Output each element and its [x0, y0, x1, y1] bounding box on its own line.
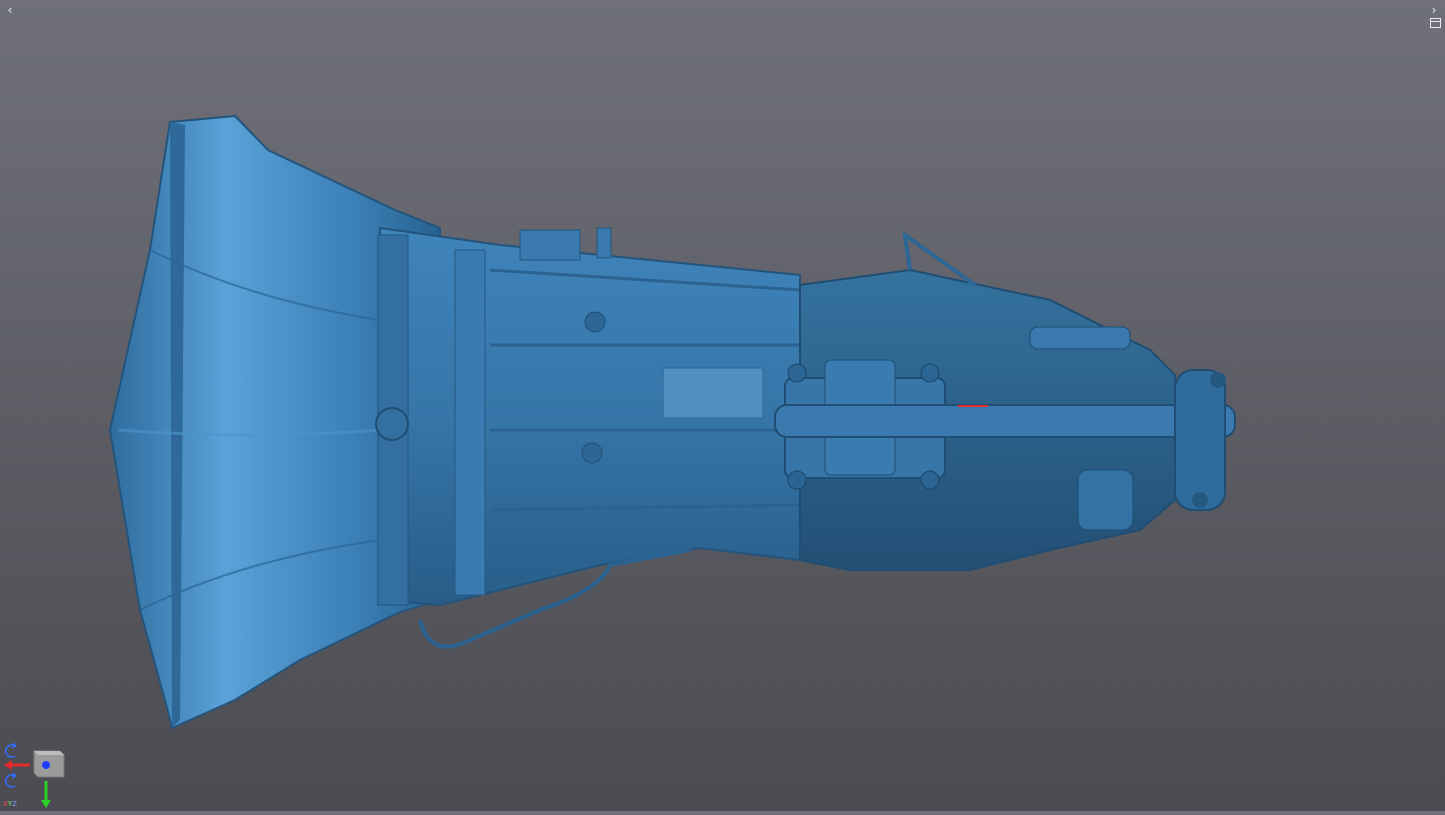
y-axis-arrow-icon [41, 781, 51, 808]
axis-labels: XYZ [3, 800, 17, 808]
panel-toggle-icon[interactable] [1430, 18, 1441, 28]
3d-viewport[interactable] [0, 0, 1445, 811]
axis-gizmo[interactable]: XYZ [0, 738, 70, 811]
transmission-model[interactable] [0, 0, 1445, 811]
view-cube-icon[interactable] [33, 750, 65, 778]
rotate-cw-icon[interactable] [5, 772, 18, 788]
rotate-ccw-icon[interactable] [5, 742, 18, 758]
next-view-button[interactable]: › [1427, 3, 1441, 17]
x-axis-arrow-icon [4, 760, 30, 770]
previous-view-button[interactable]: ‹ [3, 3, 17, 17]
z-axis-label: Z [12, 800, 17, 808]
